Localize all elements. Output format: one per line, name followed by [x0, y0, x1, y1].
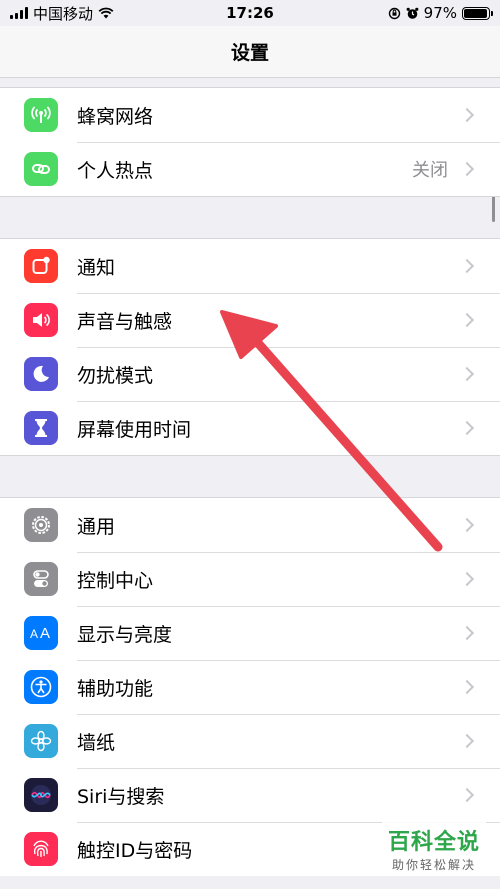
settings-row-label: 墙纸 — [77, 731, 116, 754]
chevron-right-icon — [459, 787, 475, 803]
settings-row-display-brightness[interactable]: A A 显示与亮度 — [0, 606, 500, 660]
settings-group-notifications: 通知 声音与触感 勿扰模式 屏幕使用时间 — [0, 238, 500, 456]
settings-row-label: 控制中心 — [77, 569, 154, 592]
svg-text:A: A — [30, 627, 38, 641]
watermark: 百科全说 助你轻松解决 — [381, 822, 486, 875]
settings-row-screen-time[interactable]: 屏幕使用时间 — [0, 401, 500, 455]
flower-icon — [24, 724, 58, 758]
wifi-icon — [98, 7, 114, 19]
settings-row-general[interactable]: 通用 — [0, 498, 500, 552]
notifications-icon — [24, 249, 58, 283]
signal-strength-icon — [10, 7, 28, 19]
page-title: 设置 — [230, 42, 269, 64]
settings-row-label: 屏幕使用时间 — [77, 418, 192, 441]
settings-row-label: 通用 — [77, 515, 116, 538]
chevron-right-icon — [459, 366, 475, 382]
moon-icon — [24, 357, 58, 391]
settings-row-label: 勿扰模式 — [77, 364, 154, 387]
settings-row-wallpaper[interactable]: 墙纸 — [0, 714, 500, 768]
accessibility-icon — [24, 670, 58, 704]
chevron-right-icon — [459, 258, 475, 274]
cellular-antenna-icon — [24, 98, 58, 132]
status-bar: 中国移动 17:26 97% — [0, 0, 500, 26]
speaker-icon — [24, 303, 58, 337]
settings-row-cellular[interactable]: 蜂窝网络 — [0, 88, 500, 142]
gear-icon — [24, 508, 58, 542]
settings-row-accessibility[interactable]: 辅助功能 — [0, 660, 500, 714]
fingerprint-icon — [24, 832, 58, 866]
text-size-icon: A A — [24, 616, 58, 650]
settings-row-hotspot[interactable]: 个人热点 关闭 — [0, 142, 500, 196]
alarm-clock-icon — [406, 7, 419, 19]
siri-icon — [24, 778, 58, 812]
settings-group-connectivity: 蜂窝网络 个人热点 关闭 — [0, 87, 500, 197]
settings-row-siri-search[interactable]: Siri与搜索 — [0, 768, 500, 822]
chevron-right-icon — [459, 420, 475, 436]
settings-row-sounds-haptics[interactable]: 声音与触感 — [0, 293, 500, 347]
chevron-right-icon — [459, 625, 475, 641]
settings-row-label: 蜂窝网络 — [77, 105, 154, 128]
chevron-right-icon — [459, 161, 475, 177]
watermark-title: 百科全说 — [387, 830, 480, 855]
chevron-right-icon — [459, 733, 475, 749]
svg-text:A: A — [40, 625, 50, 642]
chevron-right-icon — [459, 679, 475, 695]
status-bar-left: 中国移动 — [10, 3, 114, 24]
settings-row-notifications[interactable]: 通知 — [0, 239, 500, 293]
battery-level — [464, 8, 488, 18]
carrier-label: 中国移动 — [33, 4, 94, 23]
settings-row-label: 个人热点 — [77, 159, 154, 182]
toggles-icon — [24, 562, 58, 596]
settings-row-label: 通知 — [77, 256, 116, 279]
chevron-right-icon — [459, 312, 475, 328]
personal-hotspot-icon — [24, 152, 58, 186]
battery-icon — [462, 6, 493, 20]
chevron-right-icon — [459, 571, 475, 587]
chevron-right-icon — [459, 517, 475, 533]
navigation-bar: 设置 — [0, 26, 500, 78]
hotspot-status-value: 关闭 — [412, 160, 448, 181]
watermark-subtitle: 助你轻松解决 — [391, 858, 476, 872]
status-bar-right: 97% — [388, 4, 493, 22]
chevron-right-icon — [459, 107, 475, 123]
settings-group-general: 通用 控制中心 A A 显示与亮度 辅助功能 墙纸 Siri与搜索 触控ID与密… — [0, 497, 500, 876]
battery-percent: 97% — [423, 4, 457, 22]
settings-row-label: Siri与搜索 — [77, 785, 165, 808]
settings-row-do-not-disturb[interactable]: 勿扰模式 — [0, 347, 500, 401]
hourglass-icon — [24, 411, 58, 445]
orientation-lock-icon — [388, 7, 400, 19]
settings-row-label: 显示与亮度 — [77, 623, 173, 646]
settings-row-control-center[interactable]: 控制中心 — [0, 552, 500, 606]
settings-row-label: 声音与触感 — [77, 310, 173, 333]
settings-row-label: 辅助功能 — [77, 677, 154, 700]
